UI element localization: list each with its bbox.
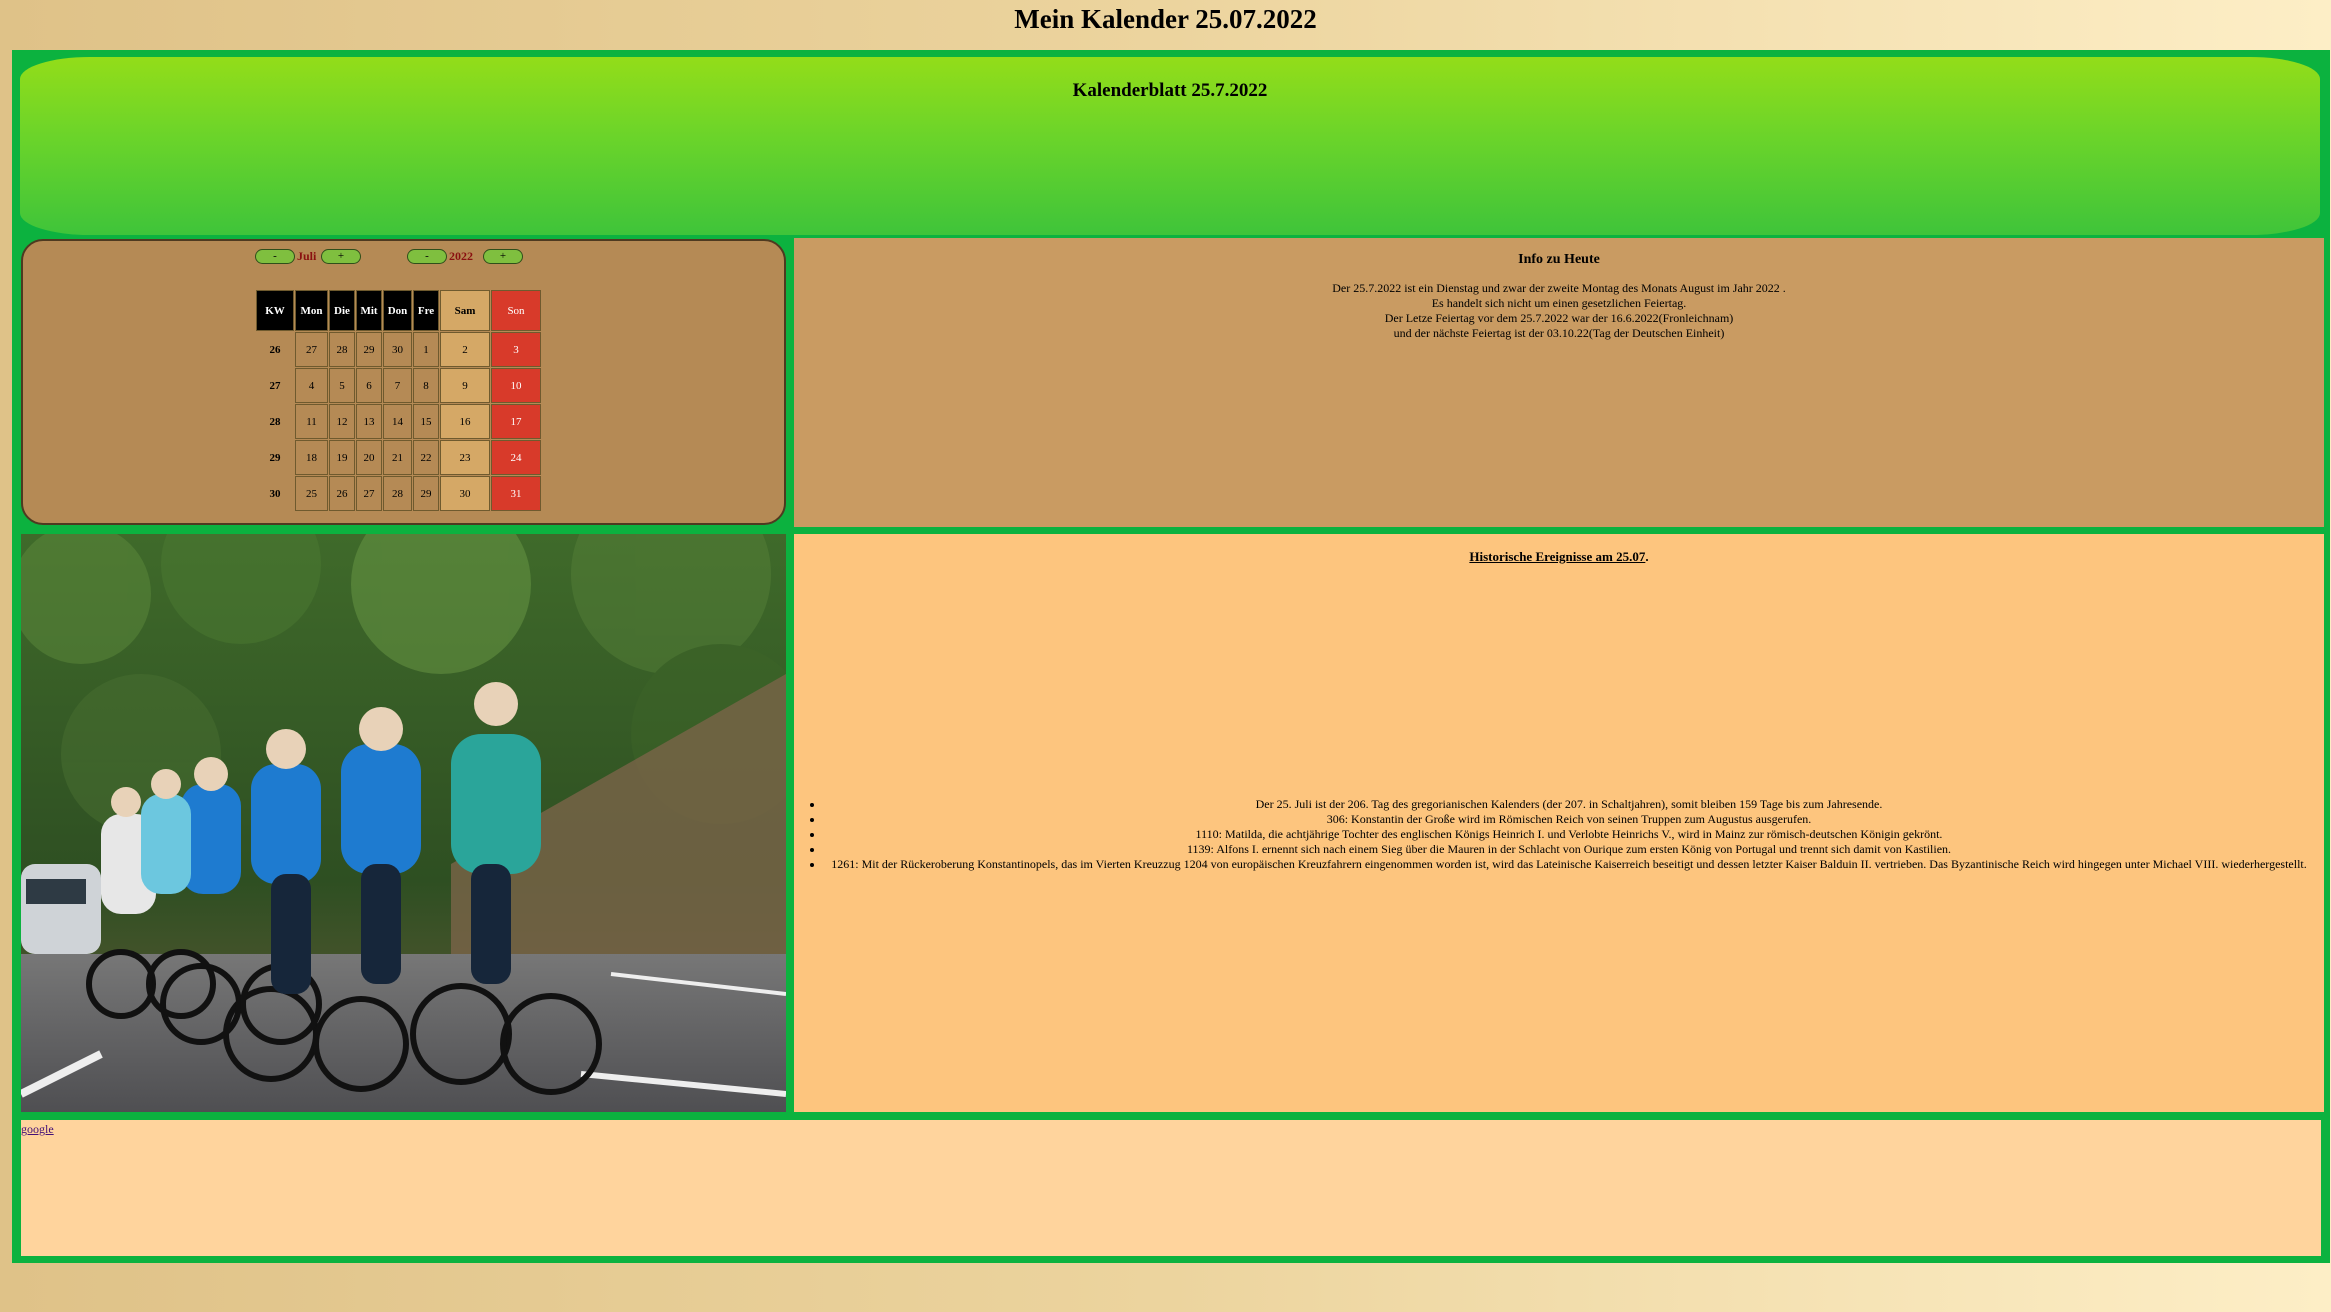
calendar-day-cell[interactable]: 14 — [383, 404, 412, 439]
history-item: 1110: Matilda, die achtjährige Tochter d… — [824, 827, 2314, 842]
col-don: Don — [383, 290, 412, 331]
calendar-day-cell[interactable]: 13 — [356, 404, 382, 439]
info-line: Der 25.7.2022 ist ein Dienstag und zwar … — [1332, 281, 1786, 295]
year-label: 2022 — [449, 249, 473, 263]
calendar-row: 28 11 12 13 14 15 16 17 — [256, 404, 541, 439]
calendar-table: KW Mon Die Mit Don Fre Sam Son 26 27 28 29 3… — [255, 289, 542, 512]
calendar-day-cell[interactable]: 30 — [383, 332, 412, 367]
col-fre: Fre — [413, 290, 439, 331]
calendar-day-cell[interactable]: 29 — [356, 332, 382, 367]
col-sam: Sam — [440, 290, 490, 331]
page-title: Mein Kalender 25.07.2022 — [1014, 4, 1317, 34]
col-kw: KW — [256, 290, 294, 331]
calendar-sunday-cell[interactable]: 10 — [491, 368, 541, 403]
main-frame: Kalenderblatt 25.7.2022 - Juli + - 2022 … — [12, 50, 2330, 1263]
history-item: 1139: Alfons I. ernennt sich nach einem … — [824, 842, 2314, 857]
calendar-day-cell[interactable]: 25 — [295, 476, 328, 511]
col-mit: Mit — [356, 290, 382, 331]
col-son: Son — [491, 290, 541, 331]
calendar-saturday-cell[interactable]: 16 — [440, 404, 490, 439]
year-prev-button[interactable]: - — [407, 249, 447, 264]
calendar-panel: - Juli + - 2022 + KW Mon Die Mit Don Fre… — [21, 239, 786, 525]
header-title: Kalenderblatt 25.7.2022 — [1072, 80, 1268, 101]
history-title-link[interactable]: Historische Ereignisse am 25.07 — [1469, 549, 1645, 564]
year-next-button[interactable]: + — [483, 249, 523, 264]
month-next-button[interactable]: + — [321, 249, 361, 264]
col-mon: Mon — [295, 290, 328, 331]
calendar-week-cell: 27 — [256, 368, 294, 403]
header-panel: Kalenderblatt 25.7.2022 — [20, 57, 2320, 235]
calendar-day-cell[interactable]: 7 — [383, 368, 412, 403]
calendar-week-cell: 28 — [256, 404, 294, 439]
calendar-saturday-cell[interactable]: 2 — [440, 332, 490, 367]
calendar-header-row: KW Mon Die Mit Don Fre Sam Son — [256, 290, 541, 331]
calendar-controls: - Juli + - 2022 + — [255, 249, 555, 267]
col-die: Die — [329, 290, 355, 331]
month-prev-button[interactable]: - — [255, 249, 295, 264]
calendar-sunday-cell[interactable]: 24 — [491, 440, 541, 475]
calendar-day-cell[interactable]: 1 — [413, 332, 439, 367]
calendar-day-cell[interactable]: 27 — [295, 332, 328, 367]
calendar-day-cell[interactable]: 8 — [413, 368, 439, 403]
calendar-week-cell: 26 — [256, 332, 294, 367]
calendar-saturday-cell[interactable]: 9 — [440, 368, 490, 403]
calendar-sunday-cell[interactable]: 31 — [491, 476, 541, 511]
history-title: Historische Ereignisse am 25.07. — [794, 549, 2324, 564]
calendar-week-cell: 29 — [256, 440, 294, 475]
calendar-row: 26 27 28 29 30 1 2 3 — [256, 332, 541, 367]
cycling-photo-image — [21, 534, 786, 1112]
history-list: Der 25. Juli ist der 206. Tag des gregor… — [794, 797, 2324, 872]
calendar-saturday-cell[interactable]: 30 — [440, 476, 490, 511]
calendar-day-cell[interactable]: 18 — [295, 440, 328, 475]
cycling-photo — [21, 534, 786, 1112]
info-line: Der Letze Feiertag vor dem 25.7.2022 war… — [1384, 311, 1734, 325]
history-item: 306: Konstantin der Große wird im Römisc… — [824, 812, 2314, 827]
calendar-row: 29 18 19 20 21 22 23 24 — [256, 440, 541, 475]
calendar-row: 27 4 5 6 7 8 9 10 — [256, 368, 541, 403]
info-panel: Info zu Heute Der 25.7.2022 ist ein Dien… — [794, 238, 2324, 527]
calendar-row: 30 25 26 27 28 29 30 31 — [256, 476, 541, 511]
history-panel: Historische Ereignisse am 25.07. Der 25.… — [794, 534, 2324, 1112]
calendar-day-cell[interactable]: 21 — [383, 440, 412, 475]
calendar-day-cell[interactable]: 19 — [329, 440, 355, 475]
calendar-day-cell[interactable]: 5 — [329, 368, 355, 403]
calendar-day-cell[interactable]: 27 — [356, 476, 382, 511]
history-title-suffix: . — [1645, 549, 1649, 564]
month-label: Juli — [297, 249, 317, 263]
history-item: 1261: Mit der Rückeroberung Konstantinop… — [824, 857, 2314, 872]
info-line: und der nächste Feiertag ist der 03.10.2… — [1393, 326, 1725, 340]
calendar-day-cell[interactable]: 15 — [413, 404, 439, 439]
calendar-sunday-cell[interactable]: 17 — [491, 404, 541, 439]
calendar-day-cell[interactable]: 20 — [356, 440, 382, 475]
calendar-day-cell[interactable]: 28 — [383, 476, 412, 511]
history-item: Der 25. Juli ist der 206. Tag des gregor… — [824, 797, 2314, 812]
calendar-day-cell[interactable]: 28 — [329, 332, 355, 367]
google-link[interactable]: google — [21, 1122, 54, 1137]
calendar-day-cell[interactable]: 4 — [295, 368, 328, 403]
footer-panel: google — [21, 1120, 2321, 1256]
calendar-week-cell: 30 — [256, 476, 294, 511]
calendar-day-cell[interactable]: 12 — [329, 404, 355, 439]
calendar-day-cell[interactable]: 26 — [329, 476, 355, 511]
info-title: Info zu Heute — [1518, 252, 1600, 267]
calendar-day-cell[interactable]: 11 — [295, 404, 328, 439]
calendar-day-cell[interactable]: 6 — [356, 368, 382, 403]
info-line: Es handelt sich nicht um einen gesetzlic… — [1431, 296, 1687, 310]
calendar-day-cell[interactable]: 22 — [413, 440, 439, 475]
calendar-saturday-cell[interactable]: 23 — [440, 440, 490, 475]
calendar-sunday-cell[interactable]: 3 — [491, 332, 541, 367]
calendar-day-cell[interactable]: 29 — [413, 476, 439, 511]
